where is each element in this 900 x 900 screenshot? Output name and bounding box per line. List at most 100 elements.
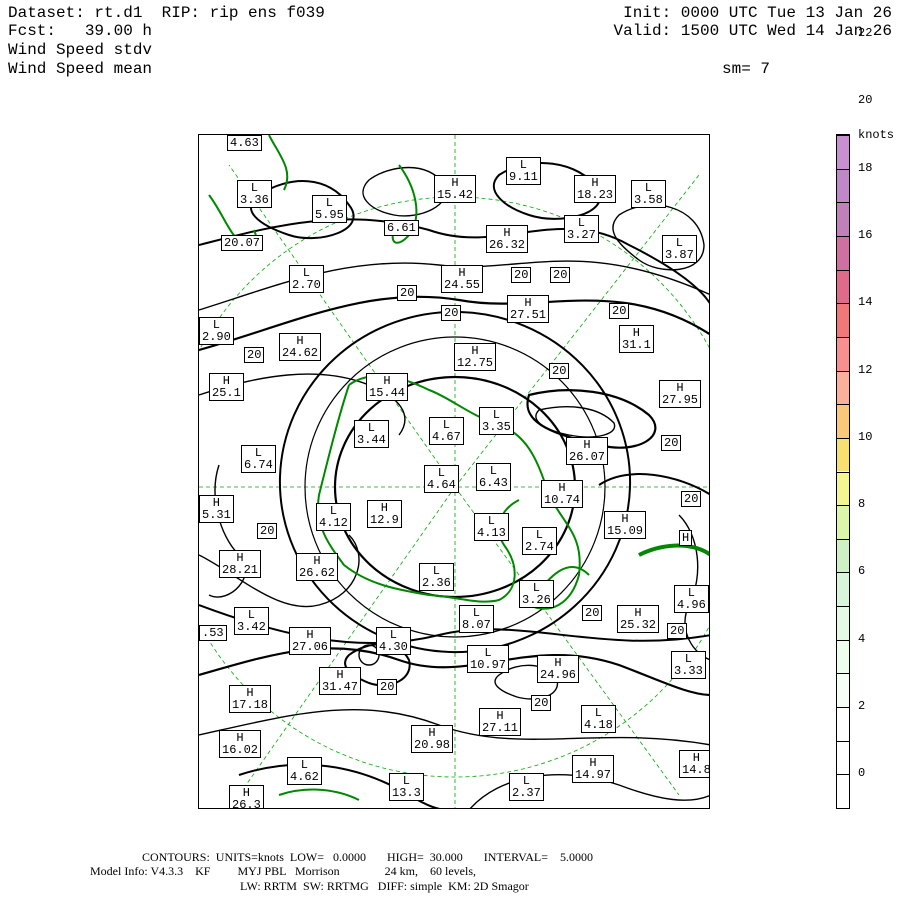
forecast-hour: Fcst: 39.00 h bbox=[8, 22, 153, 40]
extrema-label: H 5.31 bbox=[199, 495, 234, 523]
colorbar-segment bbox=[837, 269, 849, 304]
extrema-value: 15.42 bbox=[437, 188, 474, 202]
extrema-label: L 5.95 bbox=[312, 195, 347, 223]
colorbar-segment bbox=[837, 235, 849, 270]
colorbar-segment bbox=[837, 202, 849, 236]
extrema-value: 14.97 bbox=[575, 768, 612, 782]
extrema-value: 3.26 bbox=[522, 593, 551, 607]
extrema-label: 20 bbox=[377, 679, 398, 695]
extrema-value: 13.3 bbox=[392, 786, 421, 800]
extrema-label: L 2.70 bbox=[289, 265, 324, 293]
extrema-label: H 12.9 bbox=[367, 500, 402, 528]
extrema-value: 26.32 bbox=[489, 238, 526, 252]
extrema-label: 20 bbox=[667, 623, 688, 639]
extrema-value: 3.87 bbox=[665, 248, 694, 262]
contour-line bbox=[199, 709, 709, 746]
extrema-label: H 15.42 bbox=[434, 175, 477, 203]
extrema-value: 20 bbox=[684, 492, 699, 506]
colorbar bbox=[836, 134, 850, 809]
colorbar-segment bbox=[837, 168, 849, 203]
colorbar-tick-label: 20 bbox=[858, 93, 873, 108]
extrema-value: 2.90 bbox=[202, 330, 231, 344]
extrema-label: 20 bbox=[661, 435, 682, 451]
extrema-value: 3.42 bbox=[237, 620, 266, 634]
colorbar-tick-label: 8 bbox=[858, 497, 866, 512]
extrema-value: 27.11 bbox=[482, 721, 519, 735]
colorbar-segment bbox=[837, 437, 849, 472]
extrema-value: 2.70 bbox=[292, 278, 321, 292]
colorbar-segment bbox=[837, 538, 849, 573]
extrema-value: 2.37 bbox=[512, 786, 541, 800]
extrema-value: 20 bbox=[444, 306, 459, 320]
init-time: Init: 0000 UTC Tue 13 Jan 26 bbox=[623, 4, 892, 22]
extrema-label: H 26.62 bbox=[296, 553, 339, 581]
extrema-label: H 27.11 bbox=[479, 708, 522, 736]
extrema-value: 4.13 bbox=[477, 526, 506, 540]
extrema-label: 20 bbox=[441, 305, 462, 321]
extrema-value: 3.36 bbox=[240, 193, 269, 207]
extrema-label: L 4.64 bbox=[424, 465, 459, 493]
extrema-value: 14.8 bbox=[682, 763, 710, 777]
extrema-value: 3.27 bbox=[567, 228, 596, 242]
extrema-label: L 3.36 bbox=[237, 180, 272, 208]
extrema-label: 20 bbox=[549, 363, 570, 379]
physics-info: LW: RRTM SW: RRTMG DIFF: simple KM: 2D S… bbox=[240, 879, 529, 893]
extrema-value: 15.44 bbox=[369, 386, 406, 400]
map-panel: 4.63 L 3.36 L 5.95 20.07 6.61 H 15.42 L 9.11 H 18.23… bbox=[198, 134, 710, 809]
extrema-label: H 26.32 bbox=[486, 225, 529, 253]
extrema-value: 6.43 bbox=[479, 476, 508, 490]
extrema-label: H 25.1 bbox=[209, 373, 244, 401]
extrema-value: 20 bbox=[553, 268, 568, 282]
extrema-label: 20 bbox=[244, 347, 265, 363]
extrema-label: H 26.3 bbox=[229, 785, 264, 809]
colorbar-segment bbox=[837, 673, 849, 708]
extrema-label: 20 bbox=[550, 267, 571, 283]
extrema-value: 27.51 bbox=[510, 308, 547, 322]
extrema-value: 24.62 bbox=[282, 346, 319, 360]
extrema-label: H bbox=[679, 530, 693, 546]
extrema-label: L 3.58 bbox=[631, 180, 666, 208]
colorbar-unit: knots bbox=[858, 128, 895, 142]
field-mean: Wind Speed mean bbox=[8, 60, 153, 78]
coastline bbox=[278, 788, 360, 801]
extrema-value: 20.07 bbox=[224, 236, 261, 250]
extrema-value: 25.1 bbox=[212, 386, 241, 400]
extrema-label: H 10.74 bbox=[541, 480, 584, 508]
extrema-label: L 4.67 bbox=[429, 417, 464, 445]
dataset-title: Dataset: rt.d1 RIP: rip ens f039 bbox=[8, 4, 325, 22]
extrema-value: 28.21 bbox=[222, 563, 259, 577]
extrema-value: 20 bbox=[664, 436, 679, 450]
extrema-label: L 3.33 bbox=[671, 651, 706, 679]
extrema-label: H 31.1 bbox=[619, 325, 654, 353]
colorbar-segment bbox=[837, 336, 849, 371]
extrema-label: H 20.98 bbox=[411, 725, 454, 753]
colorbar-segment bbox=[837, 471, 849, 506]
extrema-label: H 15.44 bbox=[366, 373, 409, 401]
extrema-value: 20 bbox=[612, 304, 627, 318]
extrema-label: H 12.75 bbox=[454, 343, 497, 371]
extrema-value: 15.09 bbox=[607, 524, 644, 538]
extrema-label: L 6.43 bbox=[476, 463, 511, 491]
colorbar-segment bbox=[837, 639, 849, 674]
colorbar-tick-label: 2 bbox=[858, 699, 866, 714]
extrema-value: 3.35 bbox=[482, 420, 511, 434]
extrema-value: 6.74 bbox=[244, 458, 273, 472]
colorbar-segment bbox=[837, 303, 849, 337]
extrema-value: 24.55 bbox=[444, 278, 481, 292]
coastlines bbox=[208, 135, 709, 801]
extrema-value: 20 bbox=[552, 364, 567, 378]
extrema-value: 12.75 bbox=[457, 356, 494, 370]
extrema-value: 26.3 bbox=[232, 798, 261, 809]
extrema-label: L 13.3 bbox=[389, 773, 424, 801]
extrema-label: 6.61 bbox=[384, 220, 419, 236]
extrema-label: H 28.21 bbox=[219, 550, 262, 578]
extrema-label: H 16.02 bbox=[219, 730, 262, 758]
colorbar-segment bbox=[837, 572, 849, 607]
coastline bbox=[638, 543, 709, 557]
extrema-label: 4.63 bbox=[227, 135, 262, 151]
extrema-label: L 3.27 bbox=[564, 215, 599, 243]
extrema-value: 5.95 bbox=[315, 208, 344, 222]
extrema-value: 27.95 bbox=[662, 393, 699, 407]
contour-line bbox=[535, 405, 616, 438]
extrema-value: 20 bbox=[585, 606, 600, 620]
